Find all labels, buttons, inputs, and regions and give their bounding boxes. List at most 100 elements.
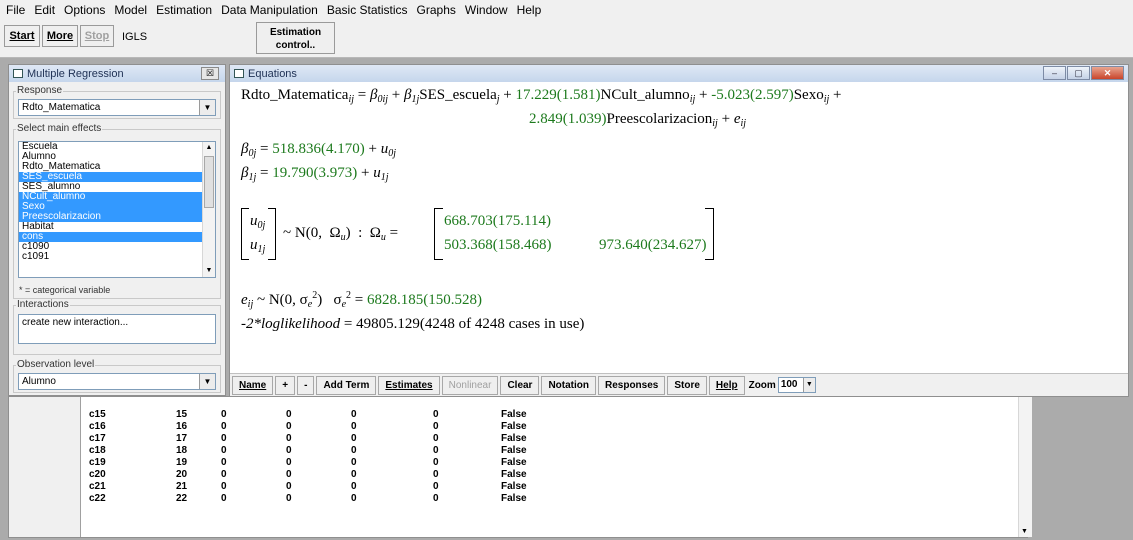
menu-basic-statistics[interactable]: Basic Statistics [327,3,408,17]
categorical-note: * = categorical variable [19,285,111,295]
menu-data-manipulation[interactable]: Data Manipulation [221,3,318,17]
table-row[interactable]: c16 16 0 0 0 0 False [81,421,1032,433]
menu-help[interactable]: Help [517,3,542,17]
estimation-control-button[interactable]: Estimation control.. [256,22,335,54]
list-item[interactable]: Habitat [19,222,215,232]
table-cell: 0 [221,445,227,456]
clear-button[interactable]: Clear [500,375,540,395]
zoom-label: Zoom [748,379,776,391]
plus-button[interactable]: + [275,375,296,395]
table-cell: c18 [89,445,106,456]
menu-estimation[interactable]: Estimation [156,3,212,17]
ncult-coefficient: 17.229(1.581) [515,87,601,103]
table-cell: 0 [286,433,292,444]
beta0-equation: β0j = 518.836(4.170) + u0j [241,141,396,159]
table-row[interactable]: c21 21 0 0 0 0 False [81,481,1032,493]
chevron-down-icon: ▼ [199,374,215,389]
response-select[interactable]: Rdto_Matematica ▼ [18,99,216,116]
notation-button[interactable]: Notation [541,375,596,395]
table-cell: c17 [89,433,106,444]
beta1-equation: β1j = 19.790(3.973) + u1j [241,165,389,183]
table-row[interactable]: c20 20 0 0 0 0 False [81,469,1032,481]
menu-edit[interactable]: Edit [34,3,55,17]
list-item[interactable]: NCult_alumno [19,192,215,202]
table-cell: 0 [433,433,439,444]
table-cell: 0 [221,469,227,480]
help-button[interactable]: Help [708,375,745,395]
equation-line-2: 2.849(1.039)Preescolarizacionij + eij [529,111,747,129]
table-cell: False [501,493,527,504]
table-cell: 0 [433,457,439,468]
responses-button[interactable]: Responses [598,375,666,395]
u0-term: u0j [250,213,266,231]
sexo-term[interactable]: Sexo [794,87,824,103]
table-cell: 0 [351,457,357,468]
window-icon [13,69,23,78]
menu-options[interactable]: Options [64,3,105,17]
table-row[interactable]: c15 15 0 0 0 0 False [81,409,1032,421]
nonlinear-button[interactable]: Nonlinear [441,375,499,395]
estimation-control-line2: control.. [275,40,316,51]
menu-model[interactable]: Model [114,3,147,17]
data-scrollbar[interactable]: ▼ [1018,397,1032,537]
observation-level-select[interactable]: Alumno ▼ [18,373,216,390]
maximize-icon[interactable]: ▢ [1067,66,1090,80]
interactions-box[interactable]: create new interaction... [18,314,216,344]
minus-button[interactable]: - [297,375,315,395]
table-row[interactable]: c17 17 0 0 0 0 False [81,433,1032,445]
table-cell: 0 [221,433,227,444]
scroll-down-icon[interactable]: ▼ [203,265,215,277]
response-label: Response [16,85,64,96]
response-term[interactable]: Rdto_Matematica [241,87,348,103]
window-controls: ‒ ▢ ✕ [1042,66,1124,80]
listbox-scrollbar[interactable]: ▲ ▼ [202,142,215,277]
table-cell: 0 [286,481,292,492]
menu-window[interactable]: Window [465,3,508,17]
minimize-icon[interactable]: ‒ [1043,66,1066,80]
preescolarizacion-term[interactable]: Preescolarizacion [607,111,713,127]
table-cell: False [501,445,527,456]
beta1-estimate: 19.790(3.973) [272,165,358,181]
table-cell: 0 [351,493,357,504]
close-icon[interactable]: ☒ [201,67,219,80]
close-icon[interactable]: ✕ [1091,66,1124,80]
zoom-select[interactable]: 100 ▼ [777,377,816,393]
scrollbar-thumb[interactable] [204,156,214,208]
table-cell: 19 [176,457,188,468]
stop-button[interactable]: Stop [80,25,114,47]
list-item[interactable]: c1091 [19,252,215,262]
ncult-term[interactable]: NCult_alumno [601,87,690,103]
start-button[interactable]: Start [4,25,40,47]
table-row[interactable]: c22 22 0 0 0 0 False [81,493,1032,505]
table-cell: False [501,481,527,492]
table-cell: 0 [351,421,357,432]
name-button[interactable]: Name [232,375,274,395]
zoom-value: 100 [780,379,798,390]
table-cell: False [501,421,527,432]
table-cell: 0 [286,421,292,432]
variables-listbox[interactable]: Escuela Alumno Rdto_Matematica SES_escue… [18,141,216,278]
data-table[interactable]: c15 15 0 0 0 0 False c16 16 0 0 0 0 False c17 17 0 0 0 0 Fal… [80,397,1032,537]
add-term-button[interactable]: Add Term [316,375,377,395]
table-cell: False [501,409,527,420]
table-row[interactable]: c19 19 0 0 0 0 False [81,457,1032,469]
ses-escuela-term[interactable]: SES_escuela [419,87,496,103]
store-button[interactable]: Store [667,375,707,395]
main-toolbar: Start More Stop IGLS Estimation control.… [0,20,1133,58]
table-cell: c22 [89,493,106,504]
scroll-up-icon[interactable]: ▲ [203,142,215,154]
table-cell: 0 [351,481,357,492]
chevron-down-icon: ▼ [802,378,815,392]
more-button[interactable]: More [42,25,78,47]
equations-window: Equations ‒ ▢ ✕ Rdto_Matematicaij = β0ij… [229,64,1129,397]
table-cell: c21 [89,481,106,492]
left-bracket [241,208,249,260]
estimates-button[interactable]: Estimates [378,375,440,395]
table-cell: 16 [176,421,188,432]
table-row[interactable]: c18 18 0 0 0 0 False [81,445,1032,457]
scroll-down-icon[interactable]: ▼ [1021,528,1028,535]
omega-22: 973.640(234.627) [599,237,707,253]
menu-file[interactable]: File [6,3,25,17]
table-cell: 0 [433,469,439,480]
menu-graphs[interactable]: Graphs [417,3,456,17]
